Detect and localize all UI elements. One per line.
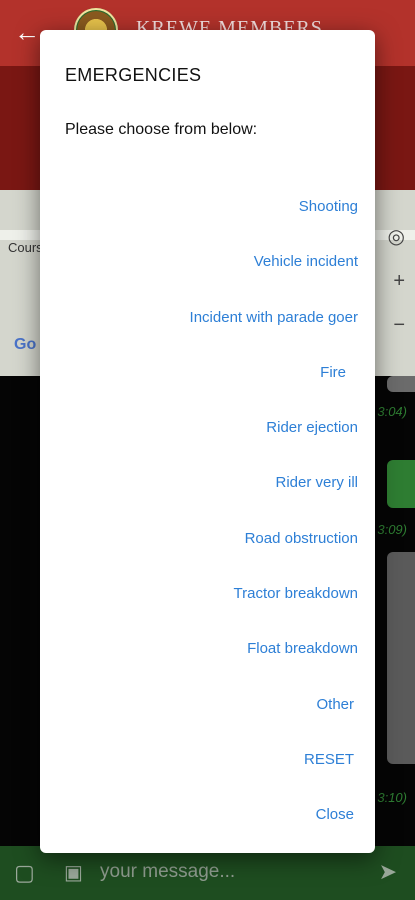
image-icon[interactable]: ▣ <box>64 860 83 885</box>
option-shooting[interactable]: Shooting <box>58 190 358 245</box>
map-label: Cours <box>8 240 43 255</box>
zoom-in-icon[interactable]: + <box>393 270 405 293</box>
message-input-bar: ▢ ▣ your message... ➤ <box>0 846 415 900</box>
option-fire[interactable]: Fire <box>58 356 358 411</box>
reset-button[interactable]: RESET <box>58 743 358 798</box>
camera-icon[interactable]: ▢ <box>14 860 35 886</box>
option-other[interactable]: Other <box>58 688 358 743</box>
option-float-breakdown[interactable]: Float breakdown <box>58 632 358 687</box>
option-tractor-breakdown[interactable]: Tractor breakdown <box>58 577 359 632</box>
dialog-subtitle: Please choose from below: <box>65 121 258 138</box>
message-input[interactable]: your message... <box>100 861 235 883</box>
option-rider-ejection[interactable]: Rider ejection <box>58 411 358 466</box>
option-road-obstruction[interactable]: Road obstruction <box>58 522 358 577</box>
message-timestamp: 3:10) <box>377 790 407 805</box>
chat-image-thumb[interactable] <box>387 552 415 764</box>
option-vehicle-incident[interactable]: Vehicle incident <box>58 245 358 300</box>
google-logo: Go <box>14 336 37 353</box>
close-button[interactable]: Close <box>58 798 358 853</box>
locate-icon[interactable]: ◎ <box>388 224 405 249</box>
message-timestamp: 3:09) <box>377 522 407 537</box>
options-list: Shooting Vehicle incident Incident with … <box>58 190 358 854</box>
chat-bubble[interactable] <box>387 460 415 508</box>
zoom-out-icon[interactable]: − <box>393 314 405 337</box>
back-arrow-icon[interactable]: ← <box>14 17 40 47</box>
message-timestamp: 3:04) <box>377 404 407 419</box>
chat-image-thumb[interactable] <box>387 376 415 392</box>
option-incident-with-parade-goer[interactable]: Incident with parade goer <box>58 301 358 356</box>
emergencies-dialog: EMERGENCIES Please choose from below: Sh… <box>40 30 375 853</box>
option-rider-very-ill[interactable]: Rider very ill <box>58 466 358 521</box>
send-icon[interactable]: ➤ <box>379 859 397 885</box>
dialog-title: EMERGENCIES <box>65 65 202 85</box>
